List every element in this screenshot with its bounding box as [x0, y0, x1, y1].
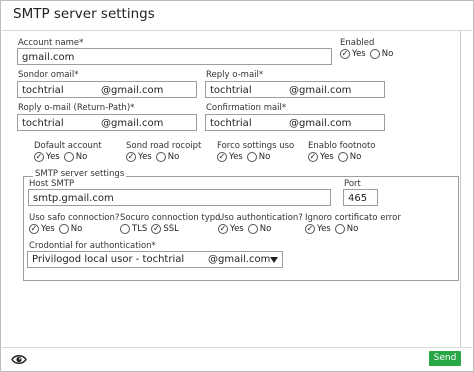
enable-footnote-yes[interactable]: Yes	[308, 152, 334, 162]
secure-type-tls[interactable]: TLS	[120, 224, 147, 234]
radio-unchecked-icon[interactable]	[369, 49, 380, 59]
smtp-group-legend: SMTP server settings	[33, 169, 127, 179]
title-divider	[2, 30, 472, 31]
force-settings-yes[interactable]: Yes	[217, 152, 243, 162]
enable-footnote-no[interactable]: No	[337, 152, 361, 162]
enabled-radio-group: Yes No	[340, 49, 397, 59]
port-input[interactable]: 465	[343, 189, 378, 206]
force-settings-radio-group: Yes No	[217, 152, 274, 162]
enabled-yes-option[interactable]: Yes	[340, 49, 366, 59]
radio-checked-icon[interactable]	[29, 224, 39, 234]
enable-footnote-radio-group: Yes No	[308, 152, 365, 162]
radio-unchecked-icon[interactable]	[155, 152, 166, 162]
use-authentication-label: Uso authontication?	[218, 213, 303, 223]
safe-connection-label: Uso safo connoction?	[29, 213, 120, 223]
ignore-cert-yes[interactable]: Yes	[305, 224, 331, 234]
radio-checked-icon[interactable]	[217, 152, 227, 162]
host-smtp-label: Host SMTP	[29, 179, 75, 189]
dialog-title: SMTP server settings	[13, 6, 155, 22]
send-read-receipt-yes[interactable]: Yes	[126, 152, 152, 162]
ignore-cert-no[interactable]: No	[334, 224, 358, 234]
send-button[interactable]: Send	[429, 351, 461, 366]
enable-footnote-label: Enablo footnoto	[308, 141, 376, 151]
port-label: Port	[344, 179, 361, 189]
safe-connection-yes[interactable]: Yes	[29, 224, 55, 234]
radio-checked-icon[interactable]	[305, 224, 315, 234]
account-name-value: gmail.com	[22, 52, 75, 63]
radio-checked-icon[interactable]	[218, 224, 228, 234]
reply-email-input[interactable]: tochtrial @gmail.com	[205, 81, 385, 98]
footer-divider	[2, 347, 472, 348]
credential-select[interactable]: Privilogod local usor - tochtrial @gmail…	[27, 251, 283, 268]
send-read-receipt-label: Sond road rocoipt	[126, 141, 202, 151]
account-name-label: Account name*	[18, 38, 84, 48]
radio-checked-icon[interactable]	[340, 49, 350, 59]
radio-unchecked-icon[interactable]	[337, 152, 348, 162]
ignore-certificate-label: Ignoro cortificato error	[305, 213, 401, 223]
vertical-scrollbar[interactable]	[460, 31, 461, 347]
radio-unchecked-icon[interactable]	[247, 224, 258, 234]
host-smtp-input[interactable]: smtp.gmail.com	[28, 189, 331, 206]
reply-return-path-label: Roply o-mail (Return-Path)*	[18, 103, 135, 113]
chevron-down-icon[interactable]	[270, 257, 278, 263]
radio-checked-icon[interactable]	[126, 152, 136, 162]
safe-connection-no[interactable]: No	[58, 224, 82, 234]
default-account-yes[interactable]: Yes	[34, 152, 60, 162]
reply-email-label: Reply o-mail*	[206, 70, 264, 80]
radio-unchecked-icon[interactable]	[120, 224, 130, 234]
ignore-certificate-radio-group: Yes No	[305, 224, 362, 234]
smtp-settings-dialog: SMTP server settings Account name* gmail…	[0, 0, 474, 372]
send-read-receipt-radio-group: Yes No	[126, 152, 183, 162]
force-settings-no[interactable]: No	[246, 152, 270, 162]
reply-return-path-input[interactable]: tochtrial @gmail.com	[17, 114, 197, 131]
radio-checked-icon[interactable]	[308, 152, 318, 162]
default-account-label: Dofault account	[34, 141, 102, 151]
eye-icon[interactable]	[11, 354, 27, 365]
account-name-input[interactable]: gmail.com	[17, 48, 332, 65]
enabled-label: Enabled	[340, 38, 375, 48]
confirmation-mail-input[interactable]: tochtrial @gmail.com	[205, 114, 385, 131]
radio-unchecked-icon[interactable]	[246, 152, 257, 162]
sender-email-label: Sondor omail*	[18, 70, 79, 80]
radio-checked-icon[interactable]	[34, 152, 44, 162]
use-auth-yes[interactable]: Yes	[218, 224, 244, 234]
use-authentication-radio-group: Yes No	[218, 224, 275, 234]
sender-email-input[interactable]: tochtrial @gmail.com	[17, 81, 197, 98]
radio-unchecked-icon[interactable]	[58, 224, 69, 234]
secure-connection-type-label: Socuro connoction typo	[120, 213, 221, 223]
secure-type-ssl[interactable]: SSL	[151, 224, 179, 234]
enabled-no-option[interactable]: No	[369, 49, 393, 59]
credential-label: Crodontial for authontication*	[29, 241, 156, 251]
default-account-radio-group: Yes No	[34, 152, 91, 162]
safe-connection-radio-group: Yes No	[29, 224, 86, 234]
force-settings-label: Forco sottings uso	[217, 141, 295, 151]
radio-unchecked-icon[interactable]	[334, 224, 345, 234]
send-read-receipt-no[interactable]: No	[155, 152, 179, 162]
confirmation-mail-label: Confirmation mail*	[206, 103, 287, 113]
use-auth-no[interactable]: No	[247, 224, 271, 234]
secure-connection-type-radio-group: TLS SSL	[120, 224, 183, 234]
default-account-no[interactable]: No	[63, 152, 87, 162]
radio-unchecked-icon[interactable]	[63, 152, 74, 162]
radio-checked-icon[interactable]	[151, 224, 162, 234]
